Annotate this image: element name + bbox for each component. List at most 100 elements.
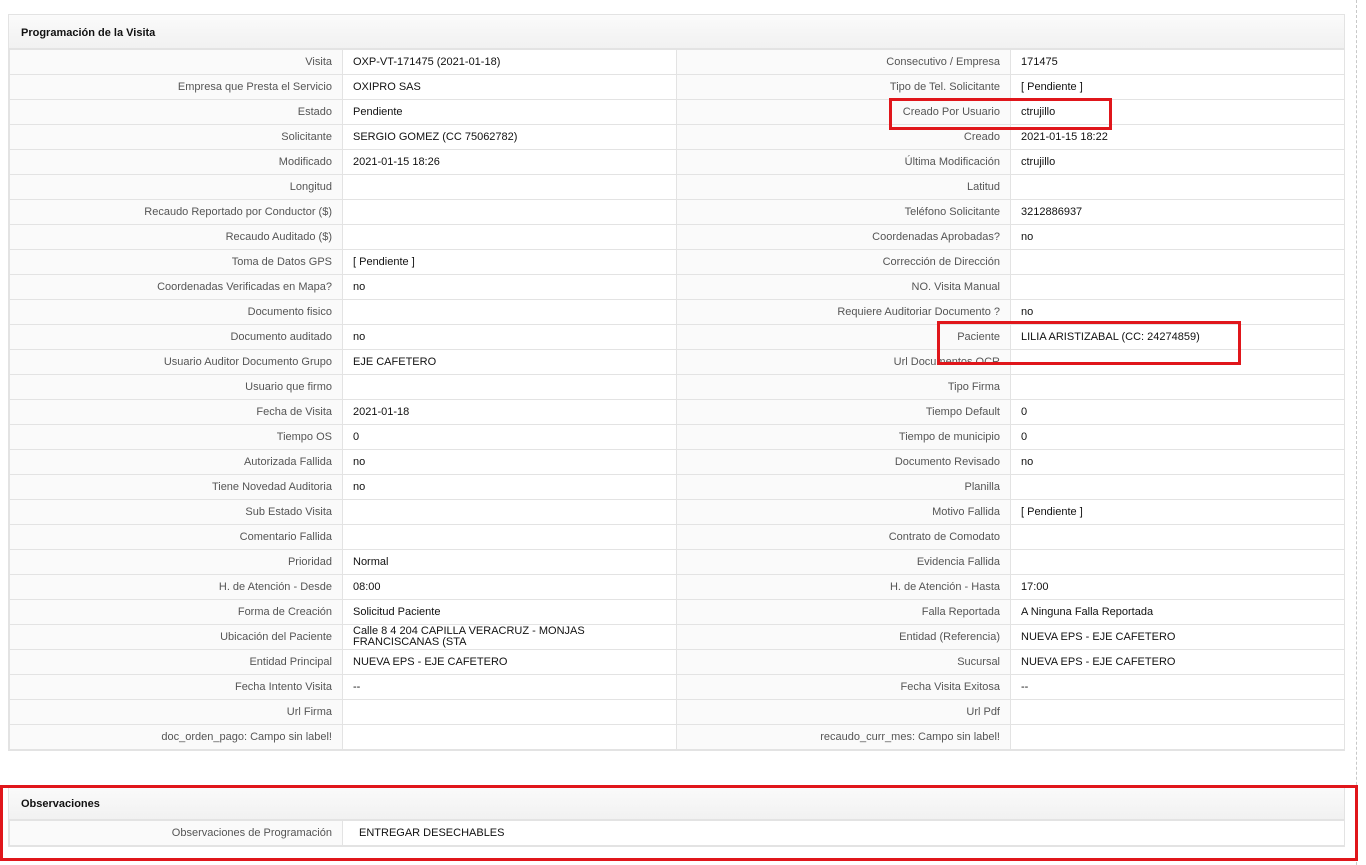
table-row: Fecha de Visita 2021-01-18 Tiempo Default… bbox=[9, 399, 1345, 425]
field-label: Entidad Principal bbox=[9, 649, 343, 675]
field-value bbox=[342, 499, 677, 525]
field-label: Ubicación del Paciente bbox=[9, 624, 343, 650]
field-label: recaudo_curr_mes: Campo sin label! bbox=[676, 724, 1011, 750]
table-row: Recaudo Reportado por Conductor ($) Teléf… bbox=[9, 199, 1345, 225]
field-label: Latitud bbox=[676, 174, 1011, 200]
table-row: Toma de Datos GPS[ Pendiente ] Corrección… bbox=[9, 249, 1345, 275]
field-value bbox=[1010, 174, 1345, 200]
field-label: Visita bbox=[9, 49, 343, 75]
field-label: Coordenadas Verificadas en Mapa? bbox=[9, 274, 343, 300]
field-label: Documento Revisado bbox=[676, 449, 1011, 475]
field-value: LILIA ARISTIZABAL (CC: 24274859) bbox=[1010, 324, 1345, 350]
field-label: Paciente bbox=[676, 324, 1011, 350]
field-label: Solicitante bbox=[9, 124, 343, 150]
field-value: SERGIO GOMEZ (CC 75062782) bbox=[342, 124, 677, 150]
field-value: no bbox=[1010, 224, 1345, 250]
field-label: Observaciones de Programación bbox=[9, 820, 343, 846]
field-value bbox=[1010, 474, 1345, 500]
field-label: Usuario Auditor Documento Grupo bbox=[9, 349, 343, 375]
field-label: Estado bbox=[9, 99, 343, 125]
programacion-panel: Programación de la Visita Visita OXP-VT-1… bbox=[8, 14, 1345, 751]
table-row: Url Firma Url Pdf bbox=[9, 699, 1345, 725]
table-row: Modificado 2021-01-15 18:26 Última Modific… bbox=[9, 149, 1345, 175]
field-label: Tipo de Tel. Solicitante bbox=[676, 74, 1011, 100]
field-value bbox=[1010, 374, 1345, 400]
page-edge-guide bbox=[1356, 0, 1357, 865]
field-label: Entidad (Referencia) bbox=[676, 624, 1011, 650]
field-label: Modificado bbox=[9, 149, 343, 175]
programacion-title: Programación de la Visita bbox=[9, 15, 1344, 49]
table-row: Autorizada Fallida no Documento Revisado … bbox=[9, 449, 1345, 475]
field-label: Fecha Visita Exitosa bbox=[676, 674, 1011, 700]
field-label: Documento fisico bbox=[9, 299, 343, 325]
field-label: Motivo Fallida bbox=[676, 499, 1011, 525]
field-value bbox=[342, 224, 677, 250]
table-row: Tiene Novedad Auditoria no Planilla bbox=[9, 474, 1345, 500]
field-label: Url Documentos OCR bbox=[676, 349, 1011, 375]
field-value: 171475 bbox=[1010, 49, 1345, 75]
field-label: Recaudo Auditado ($) bbox=[9, 224, 343, 250]
field-value: 0 bbox=[342, 424, 677, 450]
field-label: Evidencia Fallida bbox=[676, 549, 1011, 575]
field-label: NO. Visita Manual bbox=[676, 274, 1011, 300]
field-value: no bbox=[342, 449, 677, 475]
table-row: Usuario Auditor Documento Grupo EJE CAFET… bbox=[9, 349, 1345, 375]
field-label: Tiene Novedad Auditoria bbox=[9, 474, 343, 500]
field-value bbox=[1010, 349, 1345, 375]
field-label: Usuario que firmo bbox=[9, 374, 343, 400]
table-row: Prioridad Normal Evidencia Fallida bbox=[9, 549, 1345, 575]
field-label: Última Modificación bbox=[676, 149, 1011, 175]
table-row: Sub Estado Visita Motivo Fallida[ Pendien… bbox=[9, 499, 1345, 525]
field-label: Tiempo OS bbox=[9, 424, 343, 450]
field-value bbox=[1010, 274, 1345, 300]
field-label: Creado bbox=[676, 124, 1011, 150]
field-label: Requiere Auditoriar Documento ? bbox=[676, 299, 1011, 325]
table-row: Entidad Principal NUEVA EPS - EJE CAFETER… bbox=[9, 649, 1345, 675]
field-label: H. de Atención - Hasta bbox=[676, 574, 1011, 600]
field-value bbox=[342, 199, 677, 225]
table-row: Usuario que firmo Tipo Firma bbox=[9, 374, 1345, 400]
field-value: no bbox=[1010, 449, 1345, 475]
field-value: NUEVA EPS - EJE CAFETERO bbox=[342, 649, 677, 675]
field-value: no bbox=[342, 474, 677, 500]
field-value: no bbox=[1010, 299, 1345, 325]
field-label: doc_orden_pago: Campo sin label! bbox=[9, 724, 343, 750]
field-value: OXP-VT-171475 (2021-01-18) bbox=[342, 49, 677, 75]
field-value: Pendiente bbox=[342, 99, 677, 125]
field-value bbox=[1010, 249, 1345, 275]
observaciones-title: Observaciones bbox=[9, 786, 1344, 820]
field-value bbox=[1010, 524, 1345, 550]
field-value bbox=[342, 174, 677, 200]
field-value: 2021-01-18 bbox=[342, 399, 677, 425]
table-row: Solicitante SERGIO GOMEZ (CC 75062782) Cre… bbox=[9, 124, 1345, 150]
field-label: Contrato de Comodato bbox=[676, 524, 1011, 550]
field-label: Recaudo Reportado por Conductor ($) bbox=[9, 199, 343, 225]
observaciones-table: Observaciones de Programación ENTREGAR D… bbox=[9, 820, 1345, 846]
field-label: Longitud bbox=[9, 174, 343, 200]
field-value bbox=[1010, 699, 1345, 725]
observaciones-panel: Observaciones Observaciones de Programac… bbox=[8, 785, 1345, 847]
field-label: Consecutivo / Empresa bbox=[676, 49, 1011, 75]
field-label: Empresa que Presta el Servicio bbox=[9, 74, 343, 100]
field-label: Fecha de Visita bbox=[9, 399, 343, 425]
field-label: Corrección de Dirección bbox=[676, 249, 1011, 275]
table-row: Tiempo OS 0 Tiempo de municipio 0 bbox=[9, 424, 1345, 450]
field-label: Sucursal bbox=[676, 649, 1011, 675]
programacion-table: Visita OXP-VT-171475 (2021-01-18) Consecut… bbox=[9, 49, 1345, 750]
field-value bbox=[342, 299, 677, 325]
table-row: Estado Pendiente Creado Por Usuario ctrujil… bbox=[9, 99, 1345, 125]
table-row: Coordenadas Verificadas en Mapa? no NO. V… bbox=[9, 274, 1345, 300]
table-row: H. de Atención - Desde 08:00 H. de Atenció… bbox=[9, 574, 1345, 600]
field-label: Creado Por Usuario bbox=[676, 99, 1011, 125]
field-label: H. de Atención - Desde bbox=[9, 574, 343, 600]
field-value: 17:00 bbox=[1010, 574, 1345, 600]
field-label: Fecha Intento Visita bbox=[9, 674, 343, 700]
field-label: Sub Estado Visita bbox=[9, 499, 343, 525]
field-value: no bbox=[342, 274, 677, 300]
field-value: no bbox=[342, 324, 677, 350]
field-label: Teléfono Solicitante bbox=[676, 199, 1011, 225]
field-label: Tiempo de municipio bbox=[676, 424, 1011, 450]
field-label: Prioridad bbox=[9, 549, 343, 575]
field-label: Tipo Firma bbox=[676, 374, 1011, 400]
field-value: 2021-01-15 18:26 bbox=[342, 149, 677, 175]
